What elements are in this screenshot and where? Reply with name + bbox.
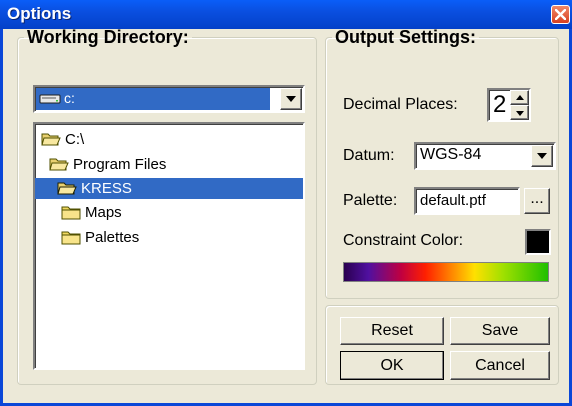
drive-select[interactable]: c: [33, 85, 305, 113]
palette-input[interactable]: default.ptf [414, 187, 520, 215]
datum-label: Datum: [343, 147, 395, 164]
tree-item-label: KRESS [81, 180, 132, 197]
chevron-down-icon [286, 96, 296, 102]
constraint-color-label: Constraint Color: [343, 232, 464, 249]
window-title: Options [7, 4, 72, 23]
reset-button[interactable]: Reset [340, 317, 444, 345]
decimal-places-label: Decimal Places: [343, 96, 458, 113]
output-settings-legend: Output Settings: [335, 27, 476, 47]
save-button[interactable]: Save [450, 317, 550, 345]
open-folder-icon [57, 182, 77, 195]
folder-icon [61, 231, 81, 245]
palette-value: default.ptf [420, 192, 486, 209]
options-dialog: Options Working Directory: c: C:\ Progra… [0, 0, 572, 406]
palette-gradient-bar [343, 262, 549, 282]
cancel-label: Cancel [475, 357, 525, 374]
tree-item-label: Palettes [85, 229, 140, 246]
reset-label: Reset [371, 322, 413, 339]
cancel-button[interactable]: Cancel [450, 351, 550, 380]
directory-tree[interactable]: C:\ Program Files KRESS Maps Palettes [33, 122, 305, 370]
palette-label: Palette: [343, 192, 398, 209]
stepper-up-button[interactable] [510, 90, 529, 105]
datum-select[interactable]: WGS-84 [414, 142, 556, 170]
constraint-color-fill [527, 231, 549, 253]
chevron-up-icon [516, 95, 524, 100]
tree-item-label: Program Files [73, 156, 167, 173]
stepper-down-button[interactable] [510, 105, 529, 120]
open-folder-icon [41, 133, 61, 146]
browse-label: ... [530, 190, 544, 207]
chevron-down-icon [537, 153, 547, 159]
close-button[interactable] [551, 5, 570, 24]
working-directory-legend: Working Directory: [27, 27, 189, 47]
save-label: Save [481, 322, 519, 339]
open-folder-icon [49, 158, 69, 171]
close-icon [555, 9, 566, 20]
tree-item-label: Maps [85, 204, 122, 221]
ok-label: OK [380, 357, 404, 374]
palette-browse-button[interactable]: ... [524, 188, 550, 214]
decimal-places-value: 2 [493, 91, 507, 118]
datum-value: WGS-84 [420, 146, 482, 163]
title-bar[interactable]: Options [0, 0, 572, 29]
drive-icon [39, 94, 61, 104]
tree-item-label: C:\ [65, 131, 85, 148]
constraint-color-swatch[interactable] [525, 229, 551, 255]
drive-dropdown-button[interactable] [280, 88, 302, 110]
drive-select-value: c: [36, 88, 270, 110]
folder-icon [61, 206, 81, 220]
decimal-places-stepper[interactable]: 2 [487, 88, 531, 122]
tree-item-kress[interactable]: KRESS [35, 178, 303, 199]
chevron-down-icon [516, 111, 524, 116]
ok-button[interactable]: OK [340, 351, 444, 380]
datum-dropdown-button[interactable] [531, 145, 553, 167]
drive-label: c: [64, 90, 75, 106]
